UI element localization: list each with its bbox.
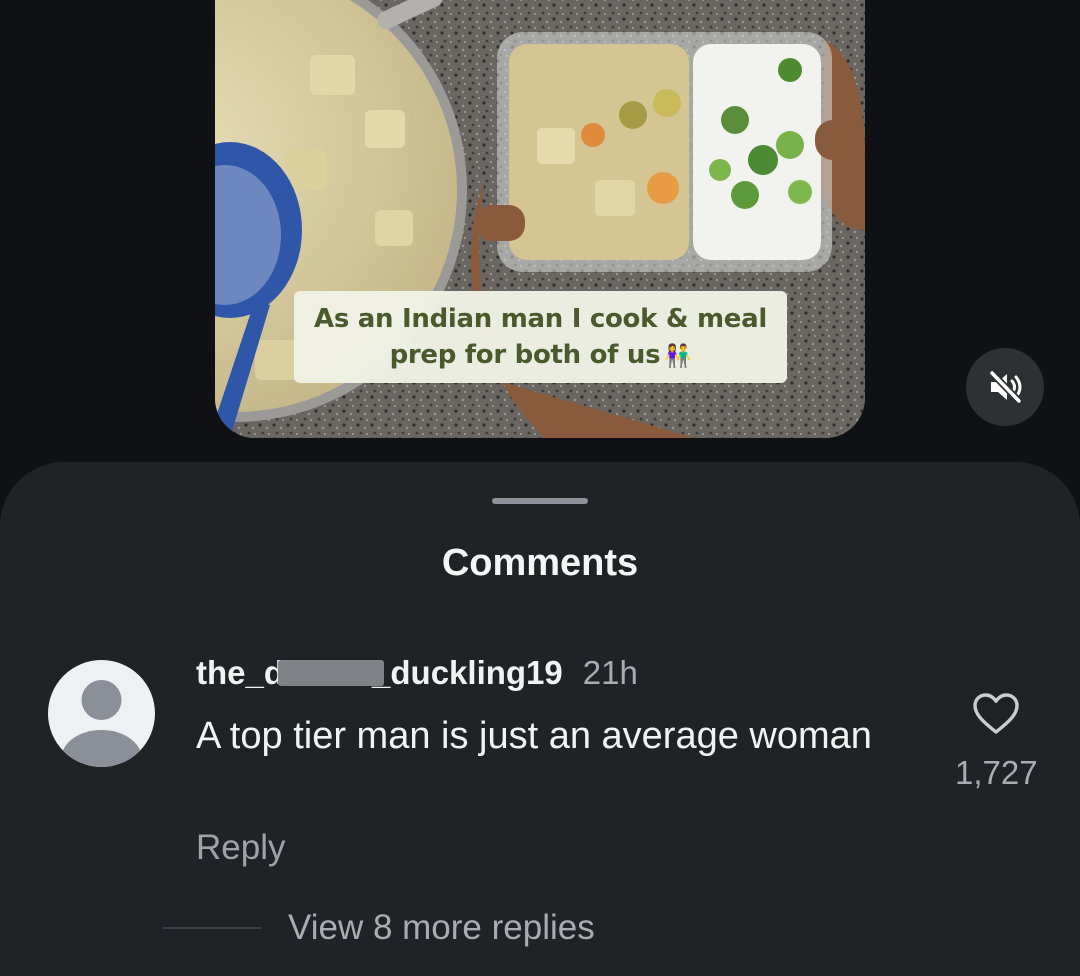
speaker-muted-icon (988, 369, 1023, 405)
comments-sheet: Comments the_defiant_duckling19 21h A to… (0, 462, 1080, 976)
view-more-replies-label: View 8 more replies (288, 908, 595, 947)
reel-caption: As an Indian man I cook & meal prep for … (294, 291, 787, 383)
reply-button[interactable]: Reply (196, 828, 285, 868)
comment-username[interactable]: the_defiant_duckling19 (196, 654, 563, 692)
username-prefix: the_ (196, 654, 264, 691)
comment-text: A top tier man is just an average woman (196, 715, 872, 757)
caption-line-1: As an Indian man I cook & meal (314, 304, 767, 334)
comment-timestamp: 21h (582, 654, 638, 691)
screen: As an Indian man I cook & meal prep for … (0, 0, 1080, 976)
reel-video-preview[interactable]: As an Indian man I cook & meal prep for … (215, 0, 865, 438)
mute-button[interactable] (966, 348, 1044, 426)
view-more-replies-button[interactable]: View 8 more replies (163, 908, 595, 948)
replies-divider-line (163, 927, 261, 929)
couple-emoji: 👫 (664, 344, 692, 369)
default-user-icon (61, 680, 142, 767)
avatar[interactable] (48, 660, 155, 767)
sheet-title: Comments (441, 542, 639, 584)
redaction-bar (278, 660, 384, 686)
heart-outline-icon[interactable] (972, 692, 1020, 736)
comment-header: the_defiant_duckling19 21h (196, 654, 638, 698)
like-count: 1,727 (955, 754, 1038, 791)
username-suffix: _duckling19 (372, 654, 563, 691)
like-control: 1,727 (955, 692, 1038, 792)
caption-line-2: prep for both of us (389, 340, 661, 370)
sheet-drag-handle[interactable] (492, 498, 588, 504)
